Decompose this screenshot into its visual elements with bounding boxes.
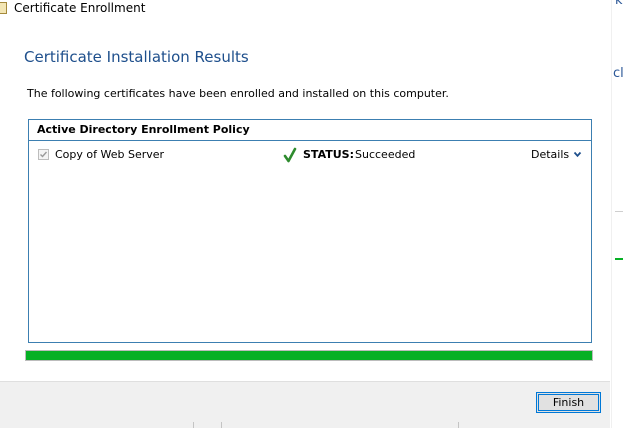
success-checkmark-icon bbox=[283, 147, 297, 163]
background-window-glyph: cl bbox=[613, 66, 623, 81]
background-window-glyph: k bbox=[615, 0, 623, 8]
page-heading: Certificate Installation Results bbox=[24, 48, 249, 66]
footer-divider bbox=[458, 422, 459, 428]
background-window-progress bbox=[615, 258, 623, 260]
certificate-icon bbox=[0, 2, 7, 14]
status-label: STATUS: bbox=[303, 148, 354, 161]
footer-divider bbox=[193, 422, 194, 428]
certificate-checkbox[interactable] bbox=[38, 149, 49, 160]
chevron-down-icon bbox=[573, 151, 582, 158]
details-label: Details bbox=[531, 148, 570, 161]
footer-bar: Finish bbox=[0, 381, 610, 428]
progress-bar bbox=[25, 350, 593, 361]
certificate-name: Copy of Web Server bbox=[55, 148, 165, 161]
window-title: Certificate Enrollment bbox=[14, 1, 146, 15]
footer-divider bbox=[221, 422, 222, 428]
progress-fill bbox=[26, 351, 592, 360]
enrollment-policy-panel: Active Directory Enrollment Policy Copy … bbox=[28, 119, 592, 343]
policy-header: Active Directory Enrollment Policy bbox=[29, 120, 591, 141]
background-window-divider bbox=[615, 211, 623, 212]
details-link[interactable]: Details bbox=[531, 148, 582, 161]
checkbox-checked-icon bbox=[40, 151, 48, 158]
finish-label: Finish bbox=[552, 396, 585, 409]
certificate-row: Copy of Web Server STATUS: Succeeded Det… bbox=[29, 147, 591, 163]
title-bar: Certificate Enrollment bbox=[0, 0, 600, 16]
page-description: The following certificates have been enr… bbox=[27, 87, 449, 100]
status-value: Succeeded bbox=[355, 148, 416, 161]
finish-button[interactable]: Finish bbox=[536, 392, 601, 413]
background-window-edge: k cl bbox=[611, 0, 623, 428]
